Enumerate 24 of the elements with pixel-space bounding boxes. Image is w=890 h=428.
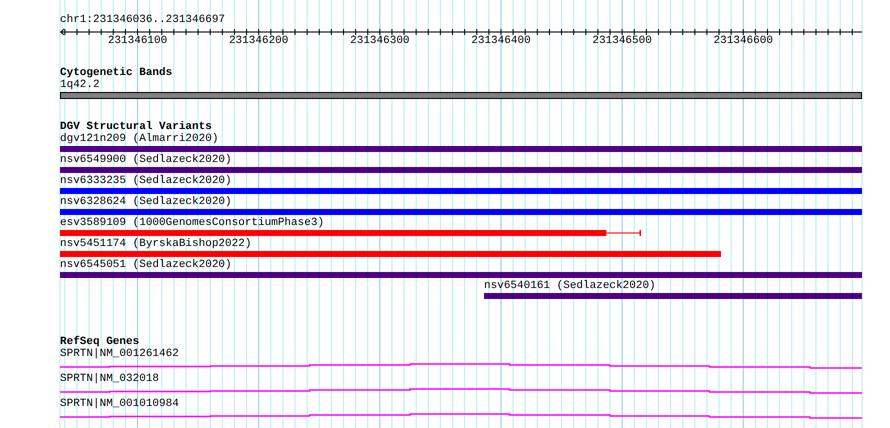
- gene-label: SPRTN|NM_001261462: [60, 348, 180, 361]
- variant-label: nsv6540161 (Sedlazeck2020): [484, 280, 656, 293]
- track-title: DGV Structural Variants: [60, 121, 213, 133]
- tick-label: 231346600: [714, 35, 773, 47]
- variant-label: esv3589109 (1000GenomesConsortiumPhase3): [60, 217, 324, 230]
- variant-label: nsv6328624 (Sedlazeck2020): [60, 196, 232, 209]
- tick-label: 231346300: [350, 35, 410, 47]
- tick-label: 231346200: [228, 35, 288, 47]
- variant-bar[interactable]: [60, 230, 642, 237]
- tick-label: 231346500: [592, 35, 652, 47]
- band-label: 1q42.2: [60, 79, 101, 92]
- location-label: chr1:231346036..231346697: [60, 14, 226, 27]
- variant-label: nsv6545051 (Sedlazeck2020): [60, 259, 232, 272]
- variant-label: nsv6549900 (Sedlazeck2020): [60, 154, 232, 167]
- band-bar[interactable]: [60, 92, 862, 99]
- variant-label: nsv5451174 (ByrskaBishop2022): [60, 238, 252, 251]
- track-title: Cytogenetic Bands: [60, 67, 174, 79]
- variant-label: dgv121n209 (Almarri2020): [60, 133, 218, 146]
- variant-label: nsv6333235 (Sedlazeck2020): [60, 175, 232, 188]
- tick-label: 231346100: [108, 35, 168, 47]
- tick-label: 231346400: [471, 35, 531, 47]
- gene-label: SPRTN|NM_032018: [60, 373, 160, 386]
- gene-label: SPRTN|NM_001010984: [60, 398, 180, 411]
- track-title: RefSeq Genes: [60, 336, 140, 348]
